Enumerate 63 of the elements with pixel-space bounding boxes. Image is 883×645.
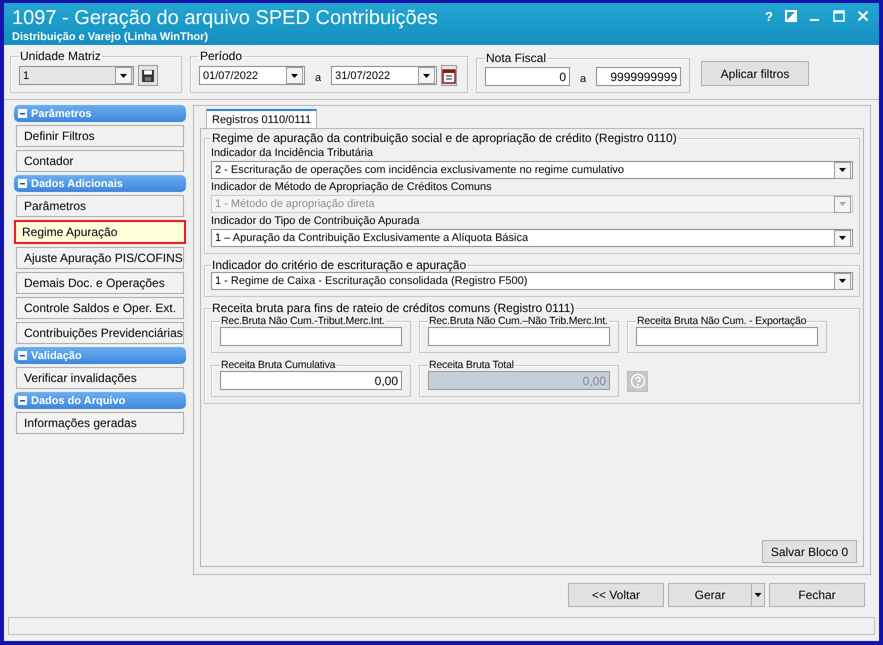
sidebar-item[interactable]: Demais Doc. e Operações [16, 272, 184, 294]
group-title: Parâmetros [31, 108, 92, 120]
sidebar-item[interactable]: Parâmetros [16, 195, 184, 217]
field-label: Rec.Bruta Não Cum.–Não Trib.Merc.Int. [428, 315, 609, 327]
dropdown-field[interactable]: 31/07/2022 [331, 66, 438, 85]
input-field[interactable] [220, 327, 402, 346]
help-icon [630, 373, 646, 389]
field-label: Receita Bruta Total [428, 359, 515, 371]
dropdown-field[interactable]: 1 [19, 66, 134, 85]
sidebar-item[interactable]: Informações geradas [16, 412, 184, 434]
sidebar-item[interactable]: Contador [16, 150, 184, 172]
sidebar-item[interactable]: Ajuste Apuração PIS/COFINS [16, 247, 184, 269]
input-field[interactable]: 0 [485, 67, 570, 86]
separator-label: a [580, 72, 586, 84]
group-title: Dados do Arquivo [31, 394, 126, 406]
dropdown-field[interactable]: 01/07/2022 [199, 66, 305, 85]
window-title: 1097 - Geração do arquivo SPED Contribuições [12, 7, 438, 30]
sidebar-item[interactable]: Regime Apuração [14, 220, 186, 244]
window-subtitle: Distribuição e Varejo (Linha WinThor) [12, 31, 210, 43]
close-icon[interactable] [857, 10, 869, 22]
save-button[interactable] [138, 65, 158, 86]
group-title: Dados Adicionais [31, 178, 123, 190]
collapse-icon[interactable] [18, 109, 27, 118]
field-label: Indicador de Método de Apropriação de Créditos Comuns [211, 181, 493, 193]
field-label: Receita Bruta Não Cum. - Exportação [636, 315, 808, 327]
input-field[interactable]: 9999999999 [596, 67, 682, 86]
collapse-icon[interactable] [18, 179, 27, 188]
footer-button[interactable]: << Voltar [568, 583, 664, 607]
maximize-icon[interactable] [833, 10, 845, 22]
group-label: Nota Fiscal [485, 51, 548, 65]
calendar-icon [442, 68, 456, 84]
sidebar-item[interactable]: Controle Saldos e Oper. Ext. [16, 297, 184, 319]
group-title: Validação [31, 350, 82, 362]
collapse-icon[interactable] [18, 351, 27, 360]
input-field[interactable] [636, 327, 818, 346]
group-label: Receita bruta para fins de rateio de créditos comuns (Registro 0111) [211, 301, 576, 315]
separator-label: a [315, 72, 322, 84]
input-field[interactable] [428, 327, 610, 346]
field-label: Indicador da Incidência Tributária [211, 147, 374, 159]
calendar-button[interactable] [441, 65, 458, 86]
input-field[interactable]: 0,00 [220, 371, 402, 390]
dropdown-button[interactable] [752, 583, 765, 607]
group-label: Unidade Matriz [19, 49, 102, 63]
footer-button[interactable]: Fechar [769, 583, 865, 607]
field-label: Indicador do Tipo de Contribuição Apurada [211, 215, 421, 227]
apply-filters-button[interactable]: Aplicar filtros [701, 61, 809, 86]
sidebar-item[interactable]: Contribuições Previdenciárias [16, 322, 184, 344]
dropdown-field[interactable]: 1 - Regime de Caixa - Escrituração consolidada (Registro F500) [211, 272, 853, 290]
group-label: Período [199, 49, 244, 63]
dropdown-field[interactable]: 2 - Escrituração de operações com incidência exclusivamente no regime cumulativo [211, 161, 853, 179]
group-label: Indicador do critério de escrituração e apuração [211, 258, 468, 272]
dropdown-field[interactable]: 1 – Apuração da Contribuição Exclusivamente a Alíquota Básica [211, 229, 853, 247]
collapse-icon[interactable] [18, 396, 27, 405]
field-label: Receita Bruta Cumulativa [220, 359, 336, 371]
dropdown-arrow-icon [754, 592, 762, 598]
tab[interactable]: Registros 0110/0111 [206, 109, 318, 128]
field-label: Rec.Bruta Não Cum.-Tribut.Merc.Int. [220, 315, 386, 327]
sidebar-item[interactable]: Verificar invalidações [16, 367, 184, 389]
save-block-button[interactable]: Salvar Bloco 0 [762, 540, 857, 563]
generate-button[interactable]: Gerar [668, 583, 752, 607]
group-label: Regime de apuração da contribuição social e de apropriação de crédito (Registro 0110) [211, 131, 678, 145]
sidebar-item[interactable]: Definir Filtros [16, 125, 184, 147]
layout-icon[interactable] [785, 10, 797, 22]
